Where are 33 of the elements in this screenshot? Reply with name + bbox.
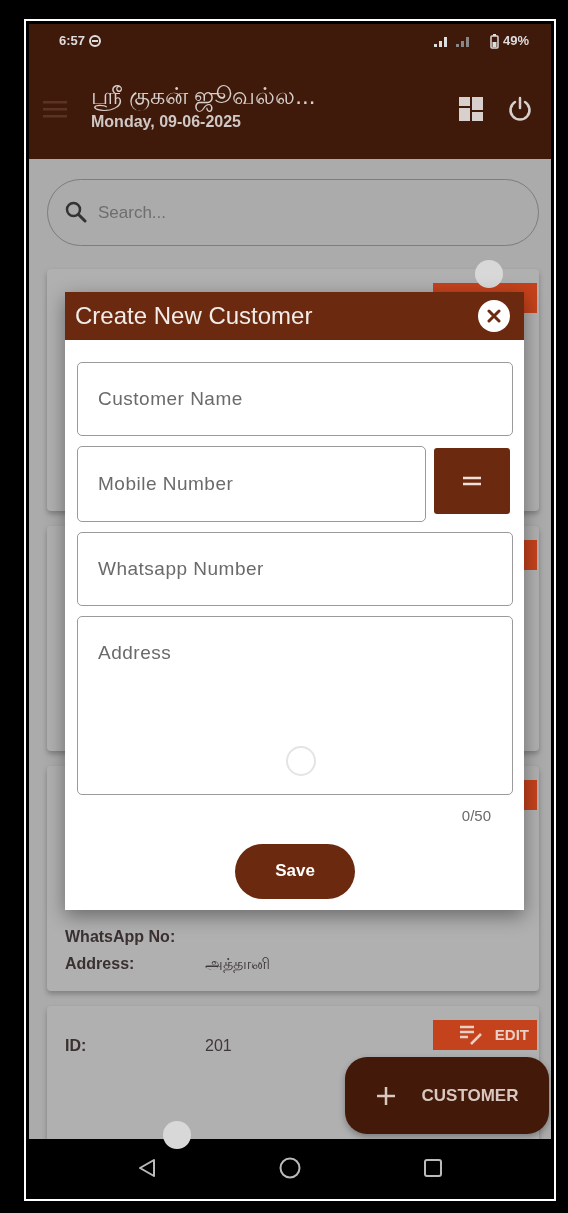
dialog-title: Create New Customer [75, 301, 313, 331]
search-icon [65, 201, 87, 223]
recents-icon[interactable] [423, 1158, 442, 1177]
battery-icon [489, 33, 499, 49]
edit-icon [458, 1024, 485, 1046]
text-field[interactable]: Mobile Number [77, 446, 426, 522]
save-button[interactable]: Save [235, 843, 355, 899]
battery-level: 49% [502, 32, 529, 51]
add-customer-button[interactable]: CUSTOMER [345, 1057, 549, 1134]
app-title: ஸ்ரீ குகன் ஜூவல்ல... [91, 83, 317, 110]
search-field[interactable]: Search... [47, 179, 539, 246]
field-value: அத்தானி [205, 953, 270, 975]
field-label: ID: [65, 1035, 88, 1056]
address-field[interactable]: Address [77, 616, 513, 795]
close-button[interactable] [478, 300, 510, 332]
header-date: Monday, 09-06-2025 [91, 112, 242, 132]
status-time: 6:57 [59, 32, 86, 51]
equals-icon [462, 476, 482, 486]
power-icon[interactable] [507, 95, 533, 122]
plus-icon [375, 1085, 396, 1106]
field-label: WhatsApp No: [65, 926, 177, 947]
character-counter: 0/50 [460, 806, 492, 826]
spinner-icon [286, 746, 316, 776]
dashboard-icon[interactable] [459, 96, 483, 121]
home-icon[interactable] [279, 1156, 301, 1179]
field-value: 201 [205, 1035, 232, 1056]
close-icon [487, 309, 501, 323]
notification-icon [89, 35, 102, 47]
touch-indicator-icon [475, 260, 503, 288]
text-field[interactable]: Customer Name [77, 362, 513, 436]
text-field[interactable]: Whatsapp Number [77, 532, 513, 606]
field-label: Address: [65, 953, 136, 974]
back-icon[interactable] [138, 1157, 157, 1178]
